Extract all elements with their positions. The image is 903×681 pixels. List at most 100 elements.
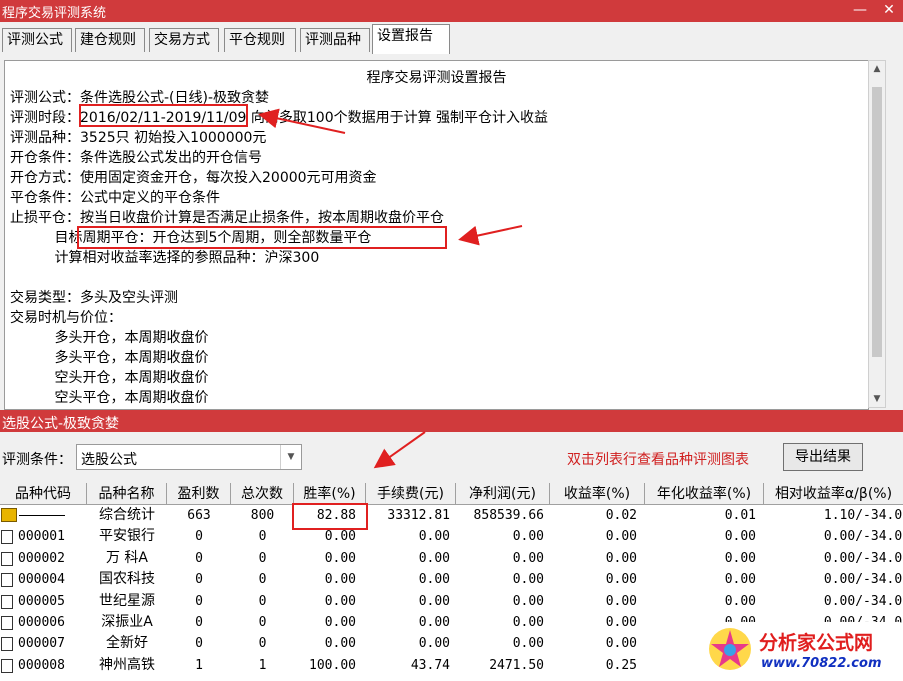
total-cell: 800 — [250, 508, 275, 523]
watermark-logo: 分析家公式网 www.70822.com — [703, 622, 903, 681]
close-button[interactable]: ✕ — [877, 0, 901, 22]
name-cell: 国农科技 — [99, 571, 155, 588]
fee-cell: 43.74 — [410, 657, 450, 673]
tab-symbols[interactable]: 评测品种 — [300, 28, 370, 52]
code-cell: 000002 — [0, 548, 87, 569]
rel-cell: 0.00/-34.05 — [823, 572, 903, 588]
annual-cell: 0.00 — [724, 593, 756, 609]
report-scrollbar[interactable]: ▲ ▼ — [868, 60, 886, 408]
total-cell: 0 — [258, 529, 267, 545]
profit-cell: 2471.50 — [489, 657, 544, 673]
symbol-code: 000007 — [18, 636, 65, 652]
summary-row[interactable]: 综合统计 663 800 82.88 33312.81 858539.66 0.02 0.01… — [0, 505, 903, 526]
column-header[interactable]: 手续费(元) — [366, 483, 456, 505]
rel-cell: 0.00/-34.05 — [823, 593, 903, 609]
star-icon — [709, 628, 751, 670]
annual-cell: 0.01 — [724, 508, 756, 523]
fee-cell: 0.00 — [418, 529, 450, 545]
file-icon — [1, 530, 13, 545]
rate-cell: 0.00 — [324, 572, 356, 588]
ret-cell: 0.25 — [605, 657, 637, 673]
total-cell: 0 — [258, 550, 267, 566]
scroll-up-icon[interactable]: ▲ — [869, 61, 885, 77]
report-line: 交易时机与价位： — [10, 310, 122, 326]
tab-open-rules[interactable]: 建仓规则 — [75, 28, 145, 52]
report-line: 空头平仓，本周期收盘价 — [10, 390, 209, 406]
symbol-code: 000001 — [18, 529, 65, 545]
ret-cell: 0.02 — [605, 508, 637, 523]
table-row[interactable]: 000005 世纪星源 0 0 0.00 0.00 0.00 0.00 0.00 0.00/-34… — [0, 591, 903, 612]
tab-formula[interactable]: 评测公式 — [2, 28, 72, 52]
report-line: 平仓条件：公式中定义的平仓条件 — [10, 190, 220, 206]
annotation-box-period — [79, 104, 248, 127]
column-header[interactable]: 品种名称 — [87, 483, 167, 505]
annotation-box-target-period — [77, 226, 447, 249]
code-cell: 000007 — [0, 633, 87, 654]
hint-text: 双击列表行查看品种评测图表 — [567, 452, 749, 468]
window-title: 程序交易评测系统 — [2, 6, 107, 21]
tab-trade-mode[interactable]: 交易方式 — [149, 28, 219, 52]
code-cell: 000006 — [0, 612, 87, 633]
win-cell: 1 — [195, 657, 203, 673]
file-icon — [1, 637, 13, 652]
rel-cell: 1.10/-34.03 — [823, 508, 903, 523]
ret-cell: 0.00 — [605, 550, 637, 566]
profit-cell: 0.00 — [512, 615, 544, 630]
profit-cell: 0.00 — [512, 529, 544, 545]
table-row[interactable]: 000004 国农科技 0 0 0.00 0.00 0.00 0.00 0.00 0.00/-34… — [0, 569, 903, 590]
export-button[interactable]: 导出结果 — [783, 443, 863, 471]
rate-cell: 0.00 — [324, 615, 356, 630]
name-cell: 神州高铁 — [99, 656, 155, 673]
column-header[interactable]: 收益率(%) — [550, 483, 645, 505]
tab-report[interactable]: 设置报告 — [372, 24, 450, 54]
table-row[interactable]: 000001 平安银行 0 0 0.00 0.00 0.00 0.00 0.00 0.00/-34… — [0, 526, 903, 547]
report-line: 开仓方式：使用固定资金开仓，每次投入20000元可用资金 — [10, 170, 377, 186]
watermark-url: www.70822.com — [761, 656, 882, 671]
symbol-code: 000004 — [18, 572, 65, 588]
name-cell: 深振业A — [101, 614, 153, 630]
annual-cell: 0.00 — [724, 572, 756, 588]
tab-close-rules[interactable]: 平仓规则 — [224, 28, 296, 52]
scroll-down-icon[interactable]: ▼ — [869, 391, 885, 407]
name-cell: 全新好 — [106, 635, 148, 652]
filter-select[interactable]: 选股公式 ▼ — [76, 444, 302, 470]
name-cell: 万 科A — [105, 549, 149, 566]
rate-cell: 0.00 — [324, 550, 356, 566]
column-header[interactable]: 年化收益率(%) — [645, 483, 764, 505]
report-line: 开仓条件：条件选股公式发出的开仓信号 — [10, 150, 262, 166]
code-cell: 000008 — [0, 655, 87, 676]
column-header[interactable]: 总次数 — [231, 483, 294, 505]
win-cell: 0 — [195, 572, 203, 588]
ret-cell: 0.00 — [605, 636, 637, 652]
column-header[interactable]: 盈利数 — [167, 483, 231, 505]
code-cell — [0, 505, 87, 526]
column-header[interactable]: 胜率(%) — [294, 483, 366, 505]
rate-cell: 0.00 — [324, 636, 356, 652]
profit-cell: 0.00 — [512, 572, 544, 588]
column-header[interactable]: 品种代码 — [0, 483, 87, 505]
ret-cell: 0.00 — [605, 572, 637, 588]
ret-cell: 0.00 — [605, 593, 637, 609]
table-row[interactable]: 000002 万 科A 0 0 0.00 0.00 0.00 0.00 0.00 0.00/-34… — [0, 548, 903, 569]
column-header[interactable]: 净利润(元) — [456, 483, 550, 505]
rel-cell: 0.00/-34.05 — [823, 529, 903, 545]
summary-icon — [1, 508, 17, 522]
report-line: 多头开仓，本周期收盘价 — [10, 330, 209, 346]
profit-cell: 0.00 — [512, 636, 544, 652]
results-panel-title: 选股公式-极致贪婪 — [0, 410, 903, 432]
minimize-button[interactable]: — — [848, 0, 872, 22]
chevron-down-icon[interactable]: ▼ — [280, 445, 301, 469]
win-cell: 0 — [195, 593, 203, 609]
name-cell: 平安银行 — [99, 528, 155, 545]
file-icon — [1, 594, 13, 609]
total-cell: 0 — [258, 593, 267, 609]
watermark-name: 分析家公式网 — [759, 632, 874, 654]
annual-cell: 0.00 — [724, 550, 756, 566]
ret-cell: 0.00 — [605, 529, 637, 545]
profit-cell: 0.00 — [512, 550, 544, 566]
column-header[interactable]: 相对收益率α/β(%) — [764, 483, 903, 505]
filter-label: 评测条件： — [2, 452, 72, 468]
scroll-thumb[interactable] — [872, 87, 882, 357]
total-cell: 0 — [258, 572, 267, 588]
total-cell: 0 — [258, 615, 267, 630]
